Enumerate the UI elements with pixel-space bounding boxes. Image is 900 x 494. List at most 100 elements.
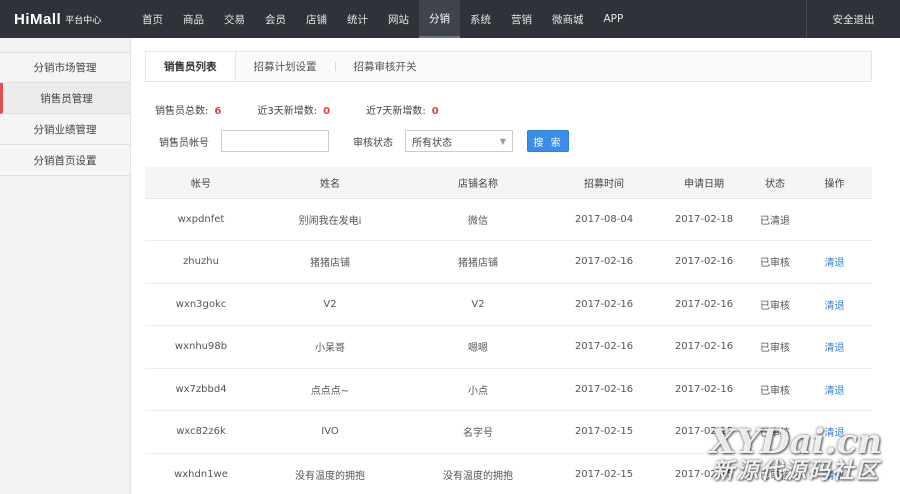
stats-row: 销售员总数: 6 近3天新增数: 0 近7天新增数: 0 (155, 102, 475, 117)
tab-bar: 销售员列表 招募计划设置 招募审核开关 (145, 51, 872, 82)
sidebar-item-2[interactable]: 分销业绩管理 (0, 114, 130, 145)
table-cell: 2017-02-15 (655, 453, 753, 494)
status-select[interactable]: 所有状态 ▼ (405, 130, 513, 152)
table-header-cell: 操作 (797, 167, 872, 199)
main-content: 销售员列表 招募计划设置 招募审核开关 销售员总数: 6 近3天新增数: 0 近7天新增… (131, 38, 900, 494)
table-cell: 已清退 (753, 198, 797, 241)
stat-recent3-value: 0 (323, 106, 331, 117)
chevron-down-icon: ▼ (499, 136, 506, 146)
table-cell: 清退 (797, 283, 872, 326)
table-row: wxc82z6k IVO 名字号 2017-02-15 2017-02-15 已审核 清退 (145, 410, 872, 454)
table-cell: 2017-02-16 (553, 368, 655, 411)
clear-out-link[interactable]: 清退 (825, 428, 845, 439)
table-header-cell: 帐号 (145, 167, 257, 199)
table-header-cell: 申请日期 (655, 167, 753, 199)
table-cell: 2017-02-16 (553, 240, 655, 284)
account-input[interactable] (221, 130, 329, 152)
table-cell: 已审核 (753, 240, 797, 284)
clear-out-link[interactable]: 清退 (825, 301, 845, 312)
stat-recent7: 近7天新增数: 0 (366, 102, 439, 117)
table-cell: zhuzhu (145, 240, 257, 284)
table-header-cell: 招募时间 (553, 167, 655, 199)
nav-item-2[interactable]: 交易 (214, 0, 255, 38)
table-cell: wxn3gokc (145, 283, 257, 326)
nav-item-5[interactable]: 统计 (337, 0, 378, 38)
sidebar-item-1[interactable]: 销售员管理 (0, 83, 130, 114)
table-cell: 微信 (403, 198, 553, 241)
nav-item-7[interactable]: 分销 (419, 0, 460, 38)
status-select-value: 所有状态 (412, 137, 452, 149)
clear-out-link[interactable]: 清退 (825, 258, 845, 269)
table-cell: 小呆哥 (257, 325, 403, 369)
table-cell: 嗯嗯 (403, 325, 553, 369)
status-label: 审核状态 (353, 137, 393, 149)
table-cell: wx7zbbd4 (145, 368, 257, 411)
table-cell: wxc82z6k (145, 410, 257, 454)
table-cell: 别闹我在发电i (257, 198, 403, 241)
table-cell: wxpdnfet (145, 198, 257, 241)
stat-total: 销售员总数: 6 (155, 102, 221, 117)
tab-0[interactable]: 销售员列表 (146, 52, 236, 81)
stat-recent3-label: 近3天新增数: (257, 106, 318, 117)
nav-item-9[interactable]: 营销 (501, 0, 542, 38)
sidebar: 分销市场管理 销售员管理 分销业绩管理 分销首页设置 (0, 38, 131, 494)
nav-item-6[interactable]: 网站 (378, 0, 419, 38)
table-header-cell: 姓名 (257, 167, 403, 199)
nav-item-4[interactable]: 店铺 (296, 0, 337, 38)
table-cell: 2017-02-15 (553, 410, 655, 454)
table-cell: 2017-02-15 (553, 453, 655, 494)
table-cell: V2 (257, 283, 403, 326)
table-cell: 猪猪店铺 (403, 240, 553, 284)
stat-total-value: 6 (214, 106, 222, 117)
table-header-cell: 状态 (753, 167, 797, 199)
table-cell: 2017-02-16 (655, 240, 753, 284)
table-cell: 已审核 (753, 283, 797, 326)
stat-recent7-label: 近7天新增数: (366, 106, 426, 117)
sidebar-item-3[interactable]: 分销首页设置 (0, 145, 130, 176)
clear-out-link[interactable]: 清退 (825, 386, 845, 397)
table-cell: 已审核 (753, 410, 797, 454)
table-cell: IVO (257, 410, 403, 454)
table-row: zhuzhu 猪猪店铺 猪猪店铺 2017-02-16 2017-02-16 已审核 清退 (145, 240, 872, 284)
sidebar-item-0[interactable]: 分销市场管理 (0, 52, 130, 83)
nav-item-10[interactable]: 微商城 (542, 0, 594, 38)
table-cell: 已审核 (753, 368, 797, 411)
clear-out-link[interactable]: 清退 (825, 343, 845, 354)
table-cell: 2017-02-16 (655, 368, 753, 411)
table-row: wx7zbbd4 点点点~ 小点 2017-02-16 2017-02-16 已审核 清退 (145, 368, 872, 411)
table-cell: wxnhu98b (145, 325, 257, 369)
nav-item-0[interactable]: 首页 (132, 0, 173, 38)
table-cell: 没有温度的拥抱 (403, 453, 553, 494)
logo-brand: HiMall (14, 10, 62, 28)
logout-link[interactable]: 安全退出 (806, 0, 900, 38)
table-cell: 2017-02-16 (553, 283, 655, 326)
table-cell: 名字号 (403, 410, 553, 454)
table-cell: V2 (403, 283, 553, 326)
clear-out-link[interactable]: 清退 (825, 471, 845, 482)
search-button[interactable]: 搜 索 (527, 130, 569, 152)
nav-item-1[interactable]: 商品 (173, 0, 214, 38)
table-header-cell: 店铺名称 (403, 167, 553, 199)
table-cell: 清退 (797, 453, 872, 494)
table-cell: 2017-02-16 (655, 325, 753, 369)
stat-recent7-value: 0 (431, 106, 439, 117)
main-nav: 首页 商品 交易 会员 店铺 统计 网站 分销 系统 营销 微商城 APP (132, 0, 633, 38)
table-cell: 2017-02-16 (655, 283, 753, 326)
tab-2[interactable]: 招募审核开关 (336, 52, 435, 81)
tab-1[interactable]: 招募计划设置 (236, 52, 335, 81)
nav-item-11[interactable]: APP (594, 0, 634, 38)
table-cell: 猪猪店铺 (257, 240, 403, 284)
table-cell (797, 198, 872, 241)
table-cell: 小点 (403, 368, 553, 411)
nav-item-3[interactable]: 会员 (255, 0, 296, 38)
table-cell: 2017-02-16 (553, 325, 655, 369)
table-row: wxhdn1we 没有温度的拥抱 没有温度的拥抱 2017-02-15 2017-02-… (145, 453, 872, 494)
table-cell: 已审核 (753, 453, 797, 494)
stat-total-label: 销售员总数: (155, 106, 209, 117)
nav-item-8[interactable]: 系统 (460, 0, 501, 38)
logo-subtitle: 平台中心 (65, 15, 102, 26)
table-cell: 没有温度的拥抱 (257, 453, 403, 494)
logo[interactable]: HiMall 平台中心 (0, 0, 132, 38)
table-row: wxnhu98b 小呆哥 嗯嗯 2017-02-16 2017-02-16 已审核 清退 (145, 325, 872, 369)
table-cell: 清退 (797, 368, 872, 411)
